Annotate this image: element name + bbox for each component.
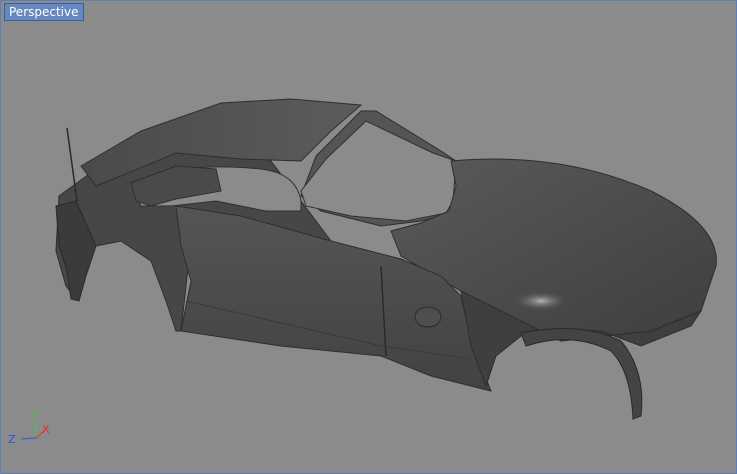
hood-highlight bbox=[513, 291, 569, 311]
fuel-cap bbox=[414, 306, 442, 328]
z-axis-label: Z bbox=[8, 433, 16, 446]
front-wheel-arch bbox=[520, 328, 643, 420]
y-axis-label: Y bbox=[31, 409, 39, 422]
perspective-viewport[interactable]: Perspective Y X Z bbox=[0, 0, 737, 474]
viewport-scene[interactable] bbox=[1, 1, 736, 473]
viewport-label[interactable]: Perspective bbox=[4, 3, 84, 21]
z-axis-line bbox=[20, 437, 37, 440]
x-axis-label: X bbox=[42, 423, 50, 436]
axis-gizmo: Y X Z bbox=[8, 409, 50, 446]
car-body-model[interactable] bbox=[55, 98, 717, 420]
